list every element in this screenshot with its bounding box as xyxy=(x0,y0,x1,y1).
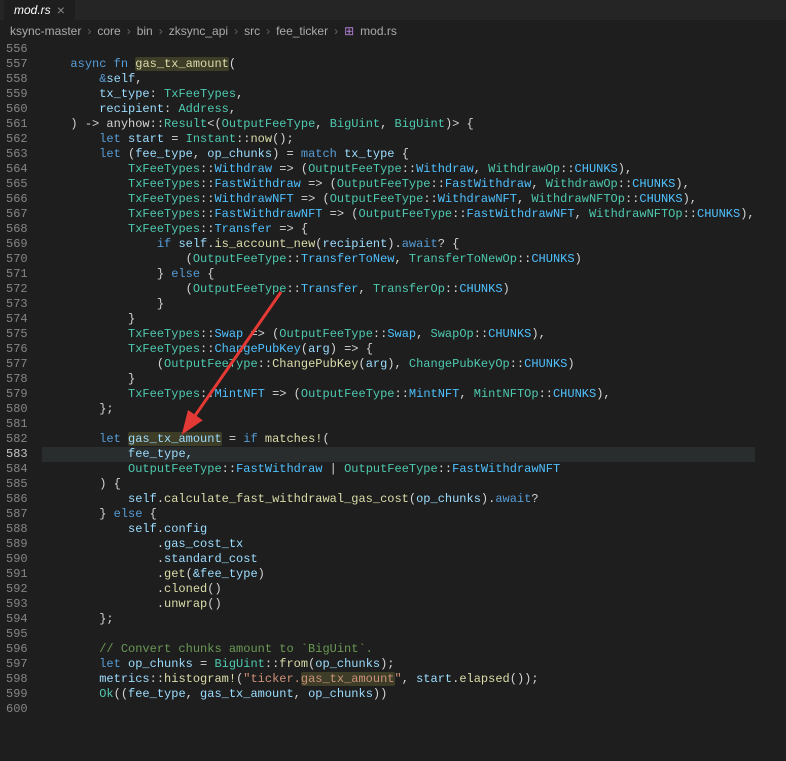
code-line[interactable]: TxFeeTypes::FastWithdraw => (OutputFeeTy… xyxy=(42,177,755,192)
code-line[interactable]: TxFeeTypes::Transfer => { xyxy=(42,222,755,237)
code-line[interactable]: async fn gas_tx_amount( xyxy=(42,57,755,72)
code-line[interactable] xyxy=(42,42,755,57)
breadcrumb-item[interactable]: src xyxy=(244,24,260,38)
code-line[interactable]: .unwrap() xyxy=(42,597,755,612)
code-area[interactable]: async fn gas_tx_amount( &self, tx_type: … xyxy=(42,42,755,721)
breadcrumb[interactable]: ksync-master› core› bin› zksync_api› src… xyxy=(0,20,786,42)
code-line[interactable]: }; xyxy=(42,612,755,627)
code-line[interactable]: Ok((fee_type, gas_tx_amount, op_chunks)) xyxy=(42,687,755,702)
code-line[interactable]: .cloned() xyxy=(42,582,755,597)
code-line[interactable]: } else { xyxy=(42,507,755,522)
code-line[interactable]: self.calculate_fast_withdrawal_gas_cost(… xyxy=(42,492,755,507)
code-line[interactable]: (OutputFeeType::TransferToNew, TransferT… xyxy=(42,252,755,267)
code-line[interactable]: TxFeeTypes::Withdraw => (OutputFeeType::… xyxy=(42,162,755,177)
code-line[interactable]: (OutputFeeType::ChangePubKey(arg), Chang… xyxy=(42,357,755,372)
code-line[interactable]: metrics::histogram!("ticker.gas_tx_amoun… xyxy=(42,672,755,687)
tab-filename: mod.rs xyxy=(14,3,51,17)
breadcrumb-item[interactable]: fee_ticker xyxy=(276,24,328,38)
code-line[interactable]: if self.is_account_new(recipient).await?… xyxy=(42,237,755,252)
breadcrumb-item[interactable]: mod.rs xyxy=(360,24,397,38)
code-line[interactable]: }; xyxy=(42,402,755,417)
tab-bar: mod.rs × xyxy=(0,0,786,20)
code-line[interactable]: recipient: Address, xyxy=(42,102,755,117)
code-line[interactable]: let start = Instant::now(); xyxy=(42,132,755,147)
symbol-icon: ⊞ xyxy=(344,24,354,38)
code-line[interactable]: TxFeeTypes::ChangePubKey(arg) => { xyxy=(42,342,755,357)
editor[interactable]: 5565575585595605615625635645655665675685… xyxy=(0,42,786,721)
code-line[interactable]: tx_type: TxFeeTypes, xyxy=(42,87,755,102)
code-line[interactable]: self.config xyxy=(42,522,755,537)
code-line[interactable]: // Convert chunks amount to `BigUint`. xyxy=(42,642,755,657)
code-line[interactable]: (OutputFeeType::Transfer, TransferOp::CH… xyxy=(42,282,755,297)
line-number-gutter: 5565575585595605615625635645655665675685… xyxy=(0,42,42,721)
code-line[interactable]: &self, xyxy=(42,72,755,87)
code-line[interactable]: TxFeeTypes::MintNFT => (OutputFeeType::M… xyxy=(42,387,755,402)
code-line[interactable]: let op_chunks = BigUint::from(op_chunks)… xyxy=(42,657,755,672)
code-line[interactable]: ) -> anyhow::Result<(OutputFeeType, BigU… xyxy=(42,117,755,132)
minimap[interactable] xyxy=(755,42,786,721)
code-line[interactable]: TxFeeTypes::FastWithdrawNFT => (OutputFe… xyxy=(42,207,755,222)
code-line[interactable]: .get(&fee_type) xyxy=(42,567,755,582)
code-line[interactable]: .standard_cost xyxy=(42,552,755,567)
breadcrumb-item[interactable]: ksync-master xyxy=(10,24,81,38)
code-line[interactable]: } else { xyxy=(42,267,755,282)
breadcrumb-item[interactable]: core xyxy=(97,24,120,38)
code-line[interactable] xyxy=(42,702,755,717)
code-line[interactable]: TxFeeTypes::WithdrawNFT => (OutputFeeTyp… xyxy=(42,192,755,207)
code-line[interactable] xyxy=(42,627,755,642)
breadcrumb-item[interactable]: bin xyxy=(137,24,153,38)
code-line[interactable] xyxy=(42,417,755,432)
code-line[interactable]: .gas_cost_tx xyxy=(42,537,755,552)
code-line[interactable]: } xyxy=(42,297,755,312)
code-line[interactable]: } xyxy=(42,372,755,387)
file-tab[interactable]: mod.rs × xyxy=(4,0,75,20)
code-line[interactable]: let (fee_type, op_chunks) = match tx_typ… xyxy=(42,147,755,162)
code-line[interactable]: TxFeeTypes::Swap => (OutputFeeType::Swap… xyxy=(42,327,755,342)
code-line[interactable]: } xyxy=(42,312,755,327)
code-line[interactable]: OutputFeeType::FastWithdraw | OutputFeeT… xyxy=(42,462,755,477)
code-line[interactable]: ) { xyxy=(42,477,755,492)
close-icon[interactable]: × xyxy=(57,2,65,18)
code-line[interactable]: fee_type, xyxy=(42,447,755,462)
breadcrumb-item[interactable]: zksync_api xyxy=(169,24,228,38)
code-line[interactable]: let gas_tx_amount = if matches!( xyxy=(42,432,755,447)
